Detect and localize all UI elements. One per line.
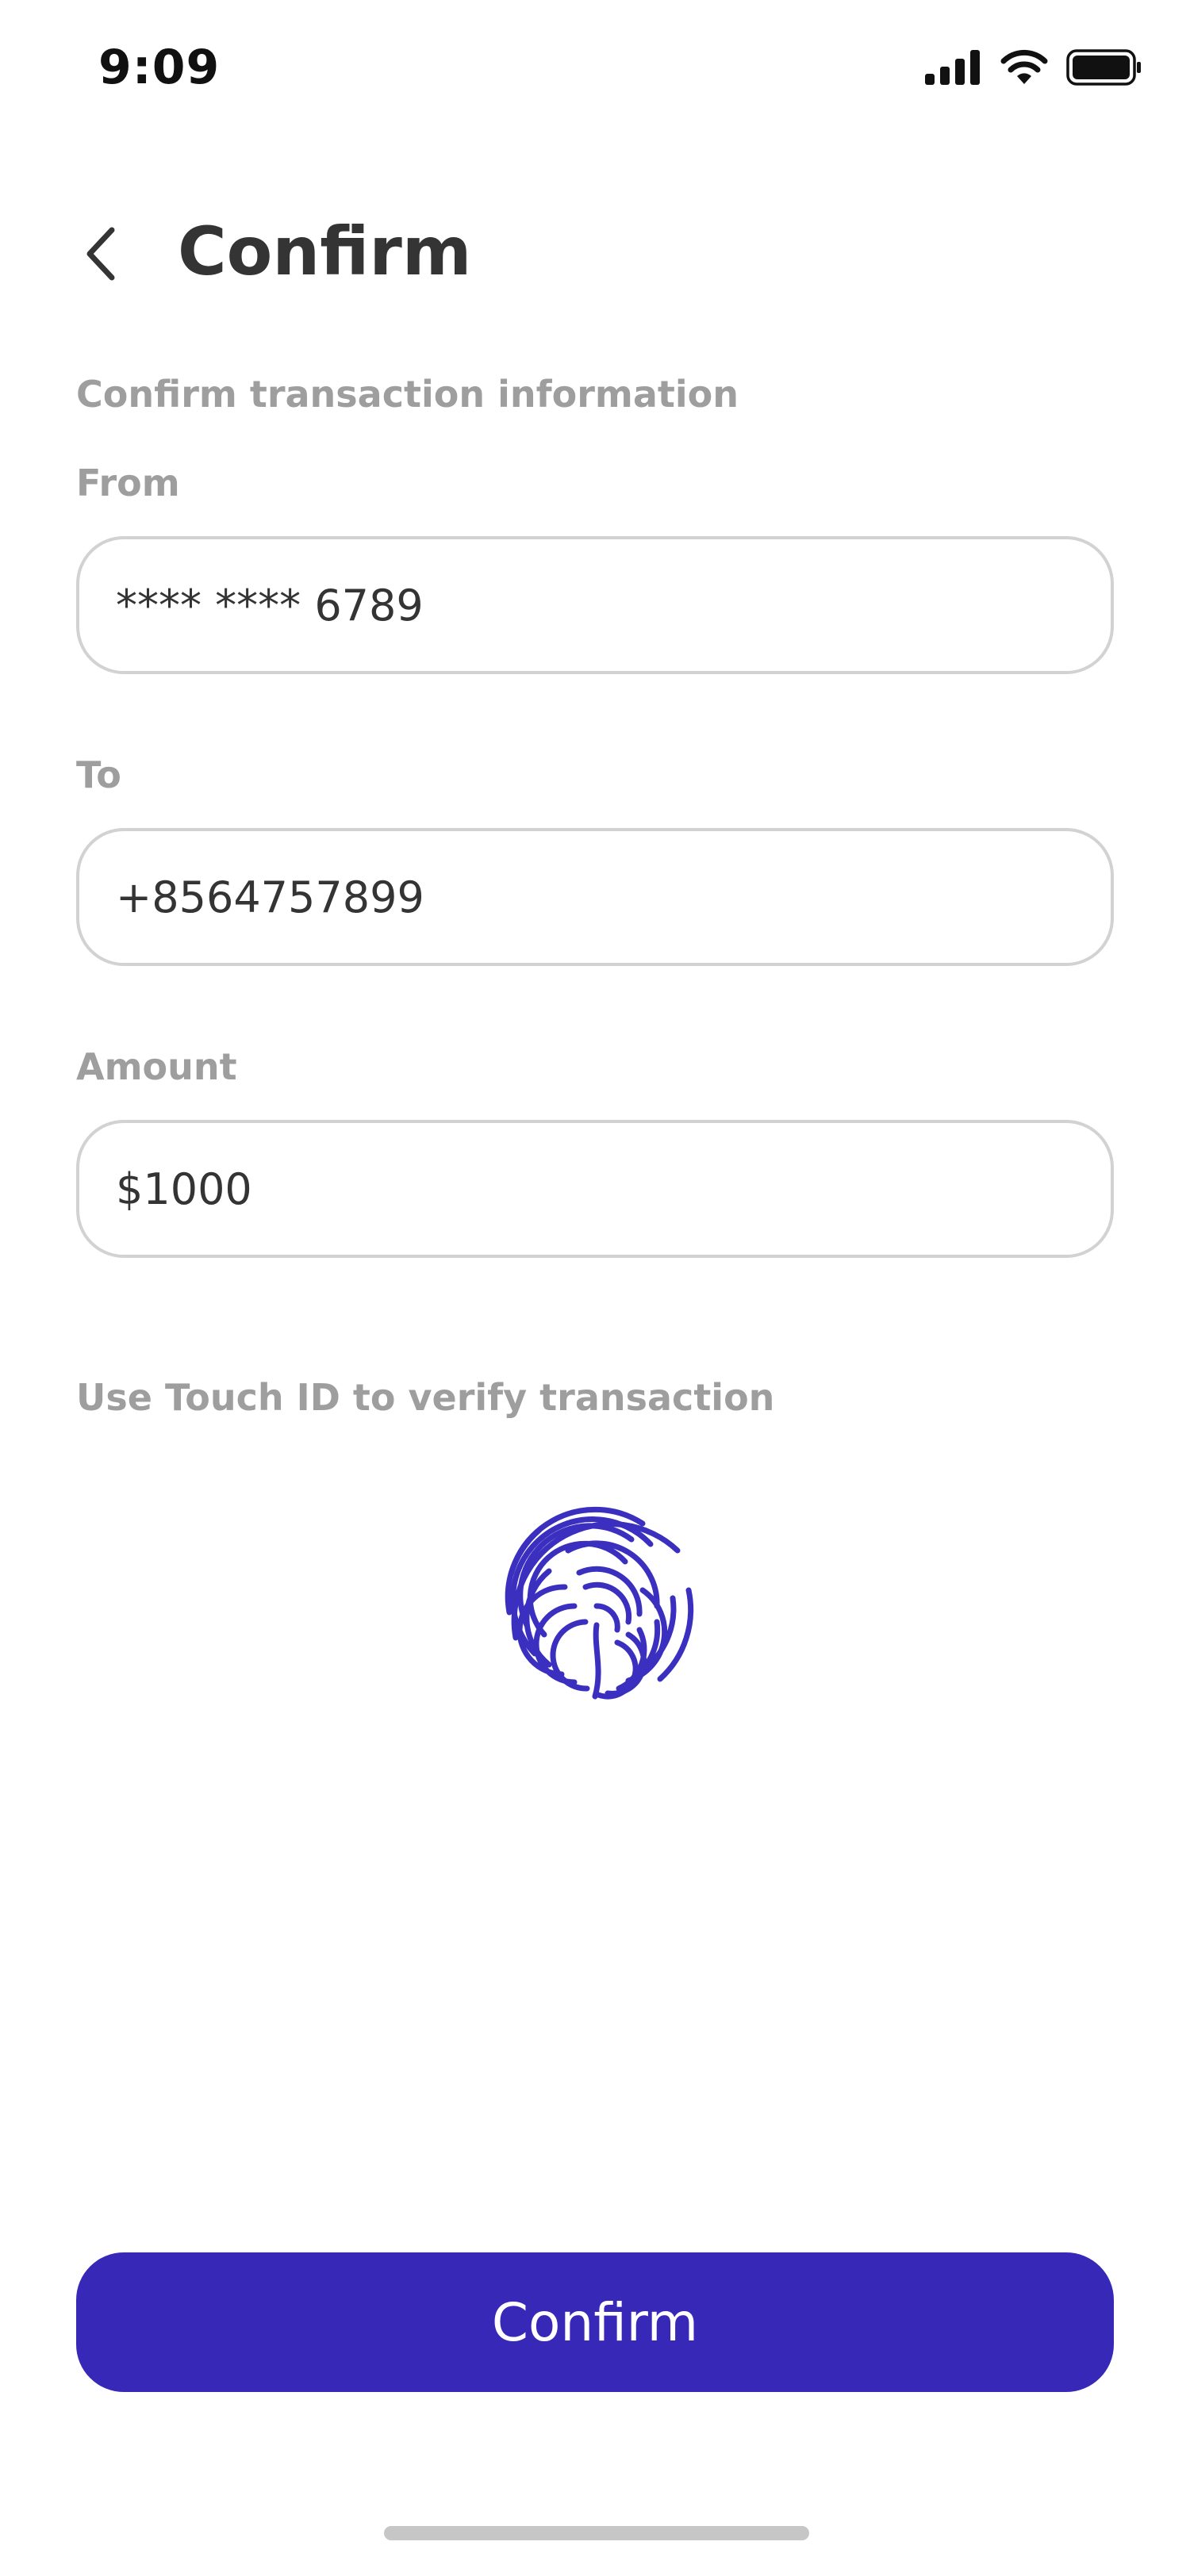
back-button[interactable]: [73, 222, 129, 286]
confirm-button[interactable]: Confirm: [76, 2252, 1114, 2392]
wifi-icon: [1000, 49, 1048, 84]
from-label: From: [76, 462, 180, 504]
touch-id-button[interactable]: [492, 1495, 701, 1704]
to-value: +8564757899: [116, 872, 424, 922]
status-bar: 9:09: [0, 0, 1190, 143]
amount-value: $1000: [116, 1163, 252, 1214]
chevron-left-icon: [86, 227, 115, 281]
section-title: Confirm transaction information: [76, 373, 739, 416]
status-time: 9:09: [98, 40, 221, 95]
from-field[interactable]: **** **** 6789: [76, 536, 1114, 674]
signal-icon: [925, 50, 980, 85]
amount-label: Amount: [76, 1045, 237, 1088]
page-title: Confirm: [178, 213, 472, 290]
to-label: To: [76, 753, 121, 796]
from-value: **** **** 6789: [116, 580, 424, 631]
fingerprint-icon: [505, 1506, 694, 1700]
home-indicator: [384, 2526, 809, 2540]
to-field[interactable]: +8564757899: [76, 828, 1114, 966]
status-icons: [925, 49, 1142, 86]
battery-icon: [1066, 49, 1141, 86]
confirm-button-label: Confirm: [491, 2291, 699, 2353]
header: Confirm: [0, 198, 1190, 309]
amount-field[interactable]: $1000: [76, 1120, 1114, 1258]
touch-id-prompt: Use Touch ID to verify transaction: [76, 1376, 775, 1419]
